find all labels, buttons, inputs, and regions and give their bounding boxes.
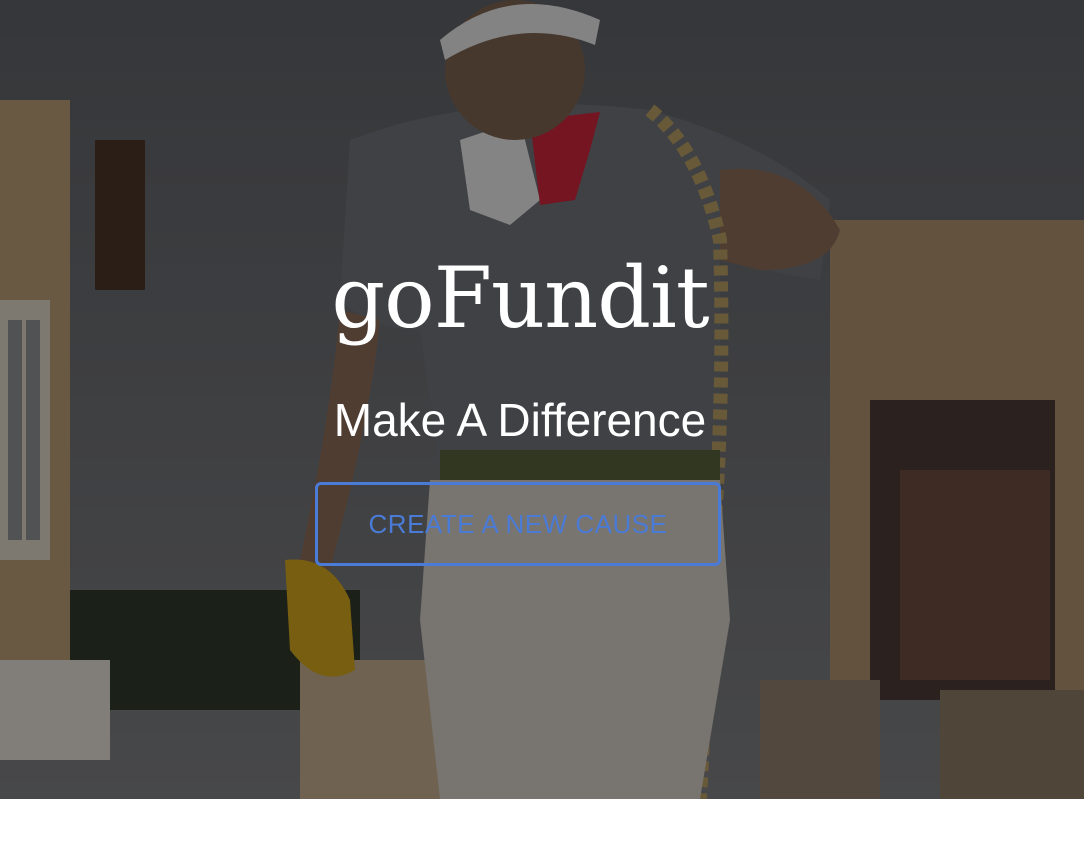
create-cause-button[interactable]: CREATE A NEW CAUSE: [315, 482, 721, 566]
brand-logo-title: goFundit: [331, 249, 709, 347]
hero-tagline: Make A Difference: [333, 394, 707, 446]
create-cause-button-label: CREATE A NEW CAUSE: [368, 508, 668, 539]
page-content-area: [0, 799, 1084, 844]
hero-banner: goFundit Make A Difference CREATE A NEW …: [0, 0, 1084, 799]
